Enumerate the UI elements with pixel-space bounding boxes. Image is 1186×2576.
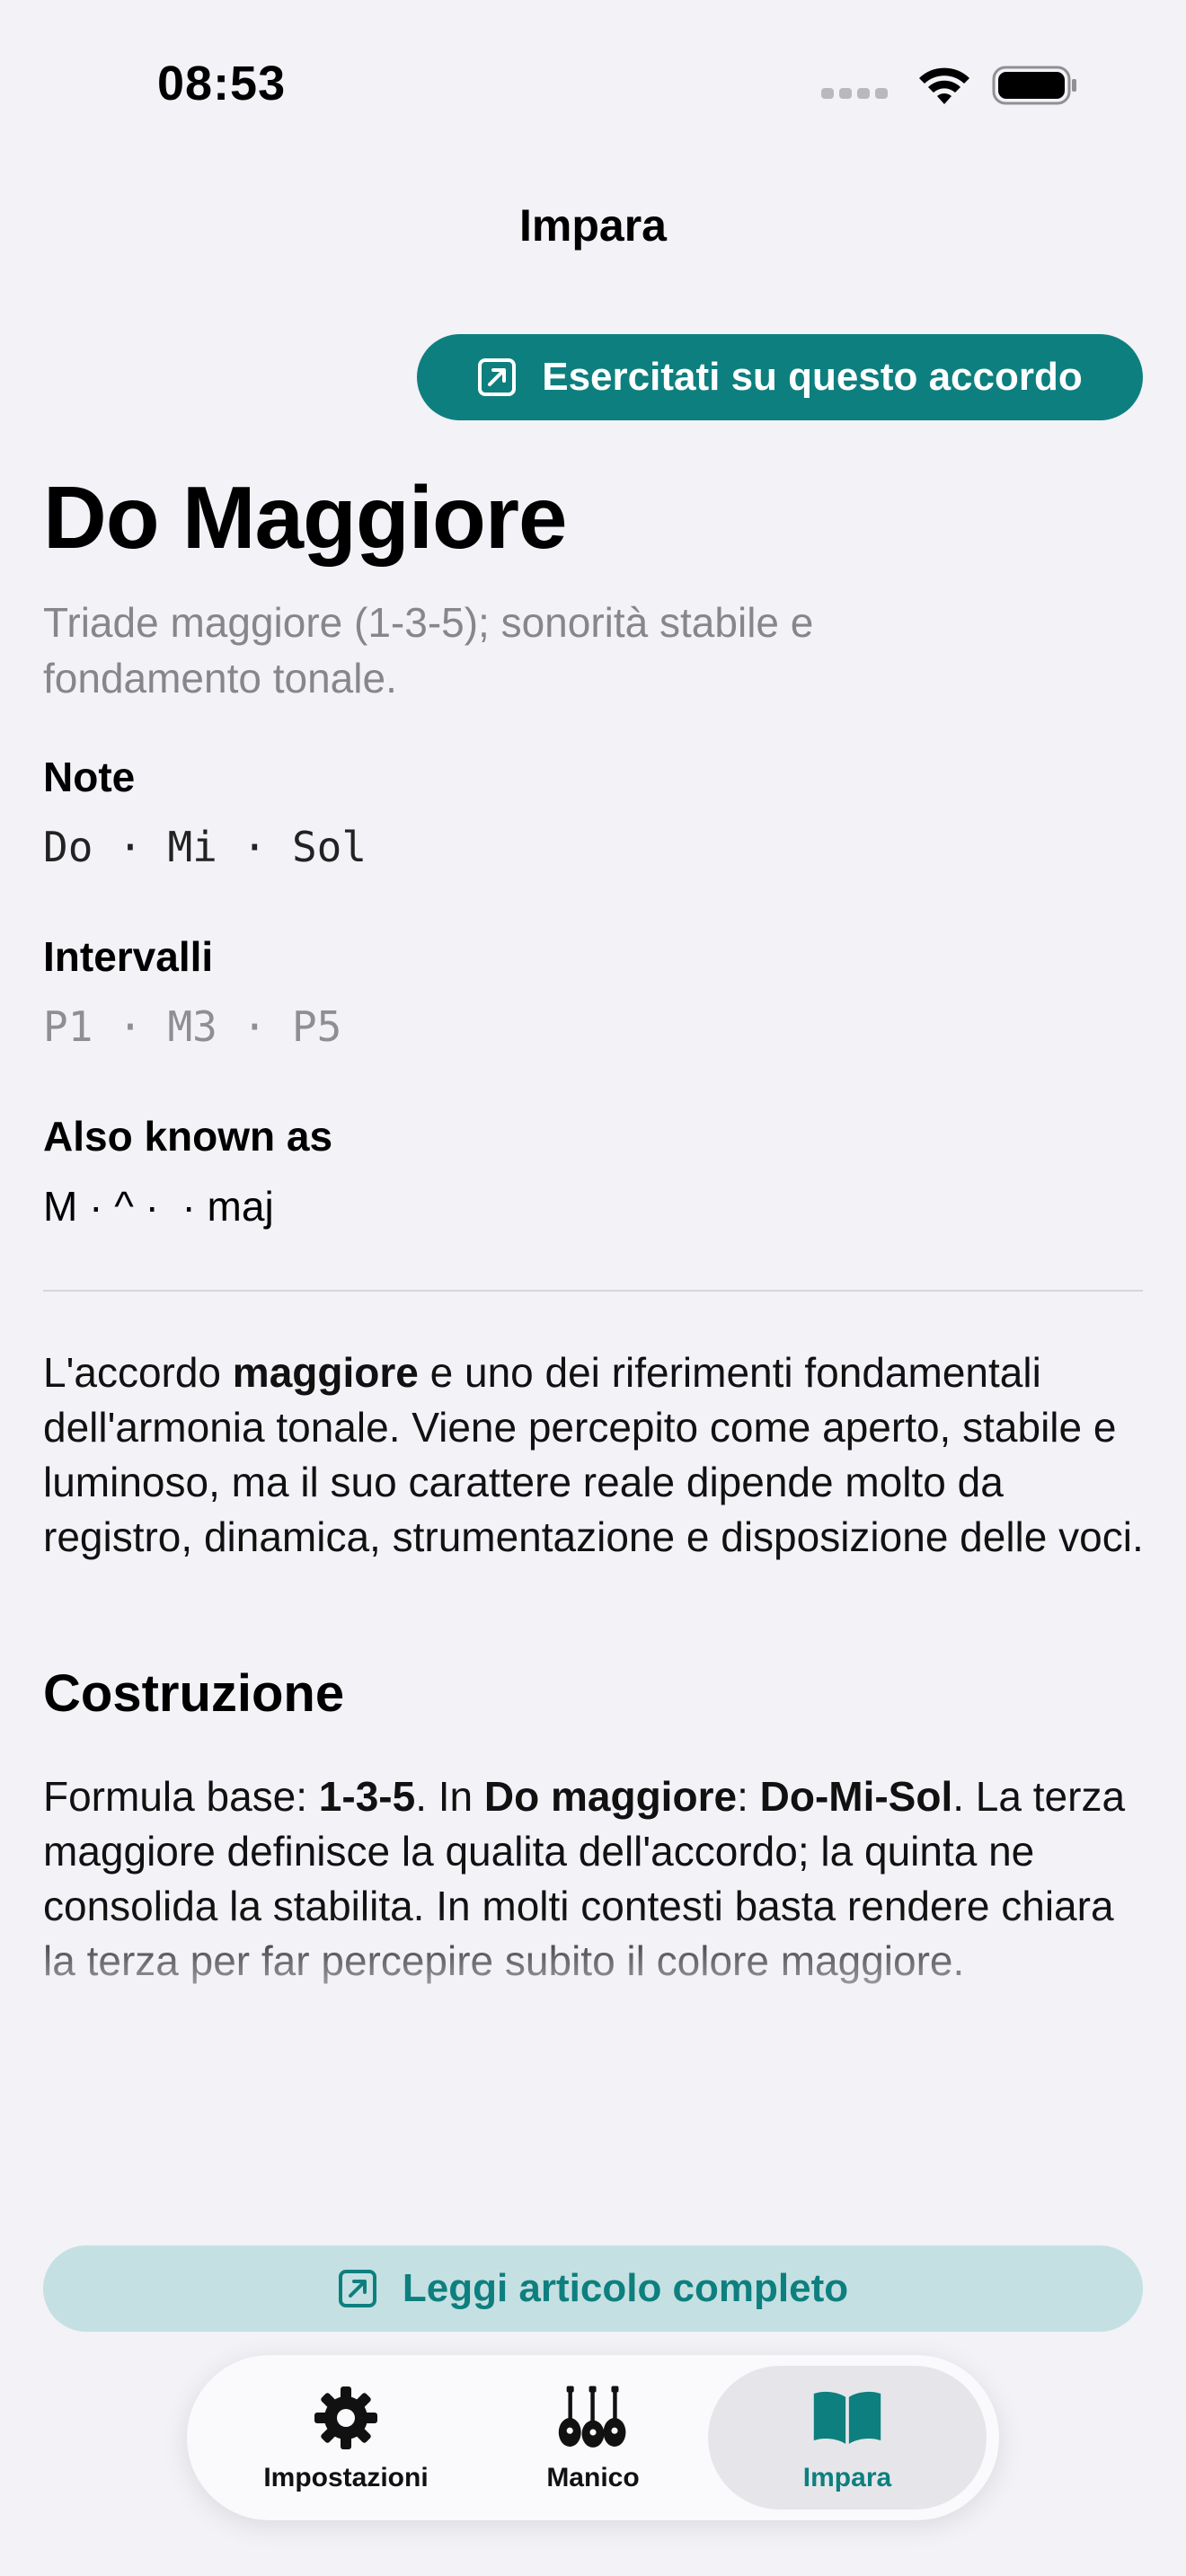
read-full-article-button[interactable]: Leggi articolo completo: [43, 2245, 1143, 2332]
tab-label: Impostazioni: [263, 2463, 429, 2492]
notes-value: Do · Mi · Sol: [43, 823, 367, 871]
construction-text-part: Formula base:: [43, 1773, 319, 1820]
wifi-icon: [919, 67, 969, 104]
divider: [43, 1290, 1143, 1292]
practice-chord-button[interactable]: Esercitati su questo accordo: [417, 334, 1143, 420]
guitars-icon: [557, 2382, 629, 2454]
intervals-value: P1 · M3 · P5: [43, 1002, 342, 1051]
notes-label: Note: [43, 754, 136, 800]
screen: 08:53 Impara Esercitati su questo accord…: [0, 0, 1186, 2576]
tab-bar: Impostazioni Manico Impara: [187, 2355, 999, 2520]
tab-manico[interactable]: Manico: [454, 2366, 732, 2510]
formula-bold: 1-3-5: [318, 1773, 416, 1820]
practice-chord-label: Esercitati su questo accordo: [542, 355, 1083, 399]
status-icons: [821, 65, 1078, 106]
book-icon: [811, 2382, 883, 2454]
aka-value: M · ^ · · maj: [43, 1183, 274, 1230]
open-external-icon: [478, 358, 517, 396]
key-bold: Do maggiore: [483, 1773, 738, 1820]
open-external-icon: [338, 2270, 376, 2307]
chord-title: Do Maggiore: [43, 468, 567, 567]
chord-description: Triade maggiore (1-3-5); sonorità stabil…: [43, 599, 814, 701]
intervals-label: Intervalli: [43, 933, 214, 980]
page-title: Impara: [519, 200, 667, 251]
article-intro: L'accordo maggiore e uno dei riferimenti…: [43, 1345, 1148, 1565]
construction-text-part: :: [737, 1773, 760, 1820]
intro-bold: maggiore: [232, 1349, 419, 1396]
tab-label: Manico: [546, 2463, 640, 2492]
intro-text: L'accordo: [43, 1349, 233, 1396]
status-time: 08:53: [157, 57, 287, 110]
gear-icon: [310, 2382, 382, 2454]
tab-impara[interactable]: Impara: [708, 2366, 987, 2510]
tab-label: Impara: [802, 2463, 892, 2492]
notes-bold: Do-Mi-Sol: [759, 1773, 953, 1820]
aka-label: Also known as: [43, 1113, 333, 1160]
text-fade-overlay: [0, 1913, 1186, 2057]
read-full-article-label: Leggi articolo completo: [402, 2266, 849, 2310]
tab-impostazioni[interactable]: Impostazioni: [207, 2366, 485, 2510]
section-heading-construction: Costruzione: [43, 1664, 345, 1723]
construction-text-part: . In: [415, 1773, 484, 1820]
cellular-signal-icon: [821, 88, 888, 99]
battery-icon: [992, 66, 1076, 105]
